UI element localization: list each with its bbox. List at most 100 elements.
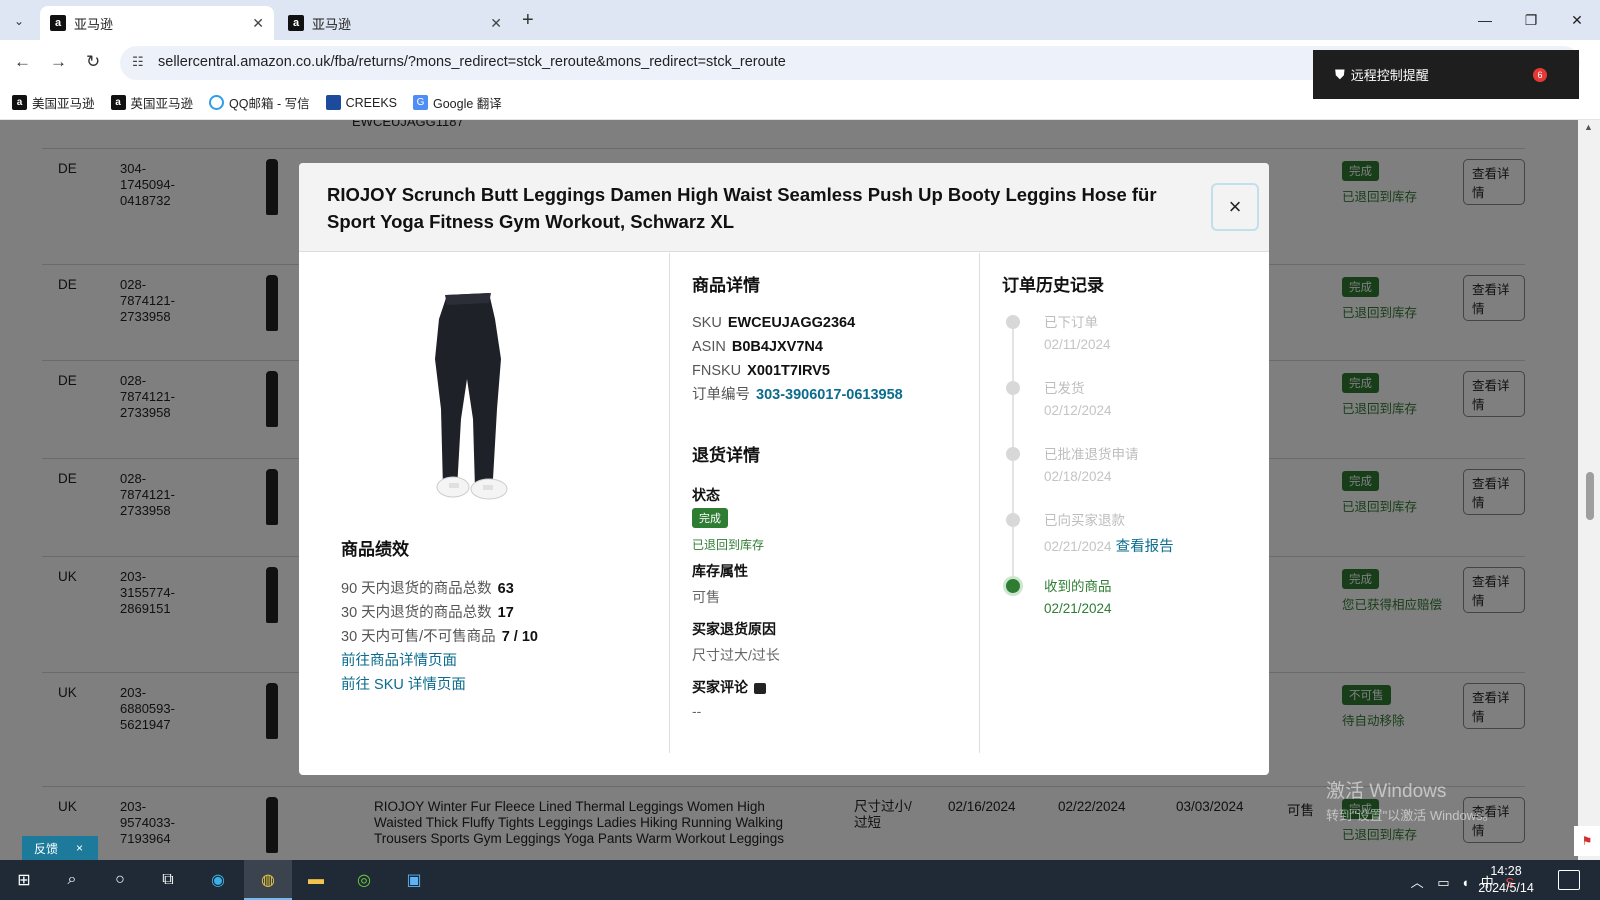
- view-report-link[interactable]: 查看报告: [1116, 539, 1174, 555]
- bookmark-label: CREEKS: [345, 95, 397, 110]
- stat-label: 30 天内可售/不可售商品: [341, 629, 496, 645]
- return-reason-label: 买家退货原因: [692, 621, 776, 637]
- forward-arrow-icon[interactable]: →: [50, 52, 67, 72]
- step-date: 02/18/2024: [1044, 469, 1112, 484]
- chrome-icon[interactable]: ◍: [256, 868, 280, 892]
- reload-icon[interactable]: ↻: [86, 52, 100, 72]
- minimize-icon[interactable]: —: [1462, 0, 1508, 40]
- buyer-comment-value: --: [692, 703, 702, 719]
- product-identifiers: SKU EWCEUJAGG2364 ASIN B0B4JXV7N4 FNSKU X00…: [692, 311, 903, 407]
- tab-close-icon[interactable]: ✕: [252, 15, 264, 32]
- scrollbar-thumb[interactable]: [1586, 472, 1594, 520]
- timeline-dot: [1006, 381, 1020, 395]
- comment-icon[interactable]: [754, 682, 766, 694]
- page-scrollbar[interactable]: ▲: [1578, 120, 1600, 860]
- timeline-dot: [1006, 315, 1020, 329]
- product-details-column: 商品详情 SKU EWCEUJAGG2364 ASIN B0B4JXV7N4 FNS…: [669, 253, 979, 753]
- tab-title: 亚马逊: [74, 16, 114, 32]
- notification-badge: 6: [1533, 68, 1547, 82]
- timeline-dot: [1006, 513, 1020, 527]
- bookmark-uk-amazon[interactable]: a 英国亚马逊: [110, 93, 193, 112]
- order-history-column: 订单历史记录 已下订单 02/11/2024 已发货 02/12/2024 已批准退…: [979, 253, 1269, 753]
- new-tab-plus-icon[interactable]: +: [522, 9, 534, 32]
- site-info-icon[interactable]: ☷: [132, 54, 144, 70]
- return-details-modal: RIOJOY Scrunch Butt Leggings Damen High …: [299, 163, 1269, 775]
- clock-time: 14:28: [1490, 864, 1522, 878]
- google-translate-icon: G: [413, 95, 428, 110]
- task-view-icon[interactable]: ⧉: [156, 868, 180, 892]
- modal-close-button[interactable]: ×: [1211, 183, 1259, 231]
- sku-row: SKU EWCEUJAGG2364: [692, 311, 903, 335]
- qq-mail-icon: [209, 95, 225, 110]
- modal-header: RIOJOY Scrunch Butt Leggings Damen High …: [299, 163, 1269, 252]
- search-icon[interactable]: ⌕: [60, 868, 84, 892]
- status-badge: 完成: [692, 508, 728, 528]
- url-text[interactable]: sellercentral.amazon.co.uk/fba/returns/?…: [158, 54, 786, 70]
- order-history-title: 订单历史记录: [1002, 276, 1104, 295]
- buyer-comment-text: 买家评论: [692, 679, 748, 695]
- creeks-icon: [325, 95, 341, 110]
- notification-center-icon[interactable]: [1558, 870, 1580, 890]
- modal-title: RIOJOY Scrunch Butt Leggings Damen High …: [327, 184, 1157, 232]
- order-timeline: 已下订单 02/11/2024 已发货 02/12/2024 已批准退货申请 02/1…: [1002, 311, 1262, 641]
- step-date-text: 02/21/2024: [1044, 539, 1112, 554]
- feedback-close-icon[interactable]: ×: [76, 841, 83, 855]
- stat-row: 30 天内退货的商品总数 17: [341, 601, 538, 625]
- stat-value: 17: [497, 605, 514, 621]
- bookmark-google-translate[interactable]: G Google 翻译: [413, 93, 502, 112]
- window-close-icon[interactable]: ✕: [1554, 0, 1600, 40]
- app-green-icon[interactable]: ◎: [352, 868, 376, 892]
- buyer-comment-label: 买家评论: [692, 677, 962, 697]
- step-date: 02/21/2024: [1044, 601, 1112, 616]
- bookmark-label: 美国亚马逊: [32, 97, 95, 111]
- amazon-favicon-icon: a: [50, 15, 66, 31]
- network-icon[interactable]: ▭: [1437, 875, 1449, 890]
- order-label: 订单编号: [692, 387, 750, 403]
- back-arrow-icon[interactable]: ←: [14, 52, 31, 72]
- timeline-dot: [1006, 579, 1020, 593]
- tab-amazon-2[interactable]: a 亚马逊 ✕: [278, 6, 512, 40]
- stat-row: 90 天内退货的商品总数 63: [341, 577, 538, 601]
- fnsku-value: X001T7IRV5: [747, 363, 830, 379]
- flag-icon[interactable]: ⚑: [1574, 826, 1600, 856]
- asin-label: ASIN: [692, 339, 726, 355]
- maximize-icon[interactable]: ❐: [1508, 0, 1554, 40]
- cortana-icon[interactable]: ○: [108, 868, 132, 892]
- shield-icon: ⛊: [1335, 66, 1345, 82]
- system-clock[interactable]: 14:28 2024/5/14: [1466, 863, 1546, 897]
- step-date: 02/11/2024: [1044, 337, 1111, 352]
- file-explorer-icon[interactable]: ▬: [304, 868, 328, 892]
- edge-icon[interactable]: ◉: [206, 868, 230, 892]
- stat-value: 7 / 10: [501, 629, 538, 645]
- stat-value: 63: [497, 581, 514, 597]
- tray-chevron-icon[interactable]: ︿: [1411, 875, 1424, 890]
- step-label: 已向买家退款: [1044, 513, 1125, 528]
- timeline-step: 已向买家退款 02/21/2024 查看报告: [1002, 509, 1262, 575]
- product-detail-page-link[interactable]: 前往商品详情页面: [341, 649, 538, 673]
- window-controls: — ❐ ✕: [1462, 0, 1600, 40]
- bookmark-qq-mail[interactable]: QQ邮箱 - 写信: [209, 93, 310, 112]
- step-date: 02/21/2024 查看报告: [1044, 535, 1262, 556]
- watermark-line-1: 激活 Windows: [1326, 781, 1447, 802]
- return-details: 状态 完成 已退回到库存 库存属性 可售 买家退货原因 尺寸过大/过长 买家评论 …: [692, 485, 962, 731]
- order-id-link[interactable]: 303-3906017-0613958: [756, 387, 903, 403]
- feedback-button[interactable]: 反馈 ×: [22, 836, 98, 860]
- fnsku-row: FNSKU X001T7IRV5: [692, 359, 903, 383]
- remote-control-popup[interactable]: ⛊ 远程控制提醒 6: [1313, 50, 1579, 99]
- clock-date: 2024/5/14: [1478, 881, 1534, 895]
- bookmark-label: QQ邮箱 - 写信: [229, 97, 310, 111]
- windows-start-icon[interactable]: ⊞: [12, 868, 36, 892]
- app-blue-icon[interactable]: ▣: [402, 868, 426, 892]
- scroll-up-icon[interactable]: ▲: [1584, 122, 1593, 132]
- step-label: 已批准退货申请: [1044, 447, 1139, 462]
- sku-detail-page-link[interactable]: 前往 SKU 详情页面: [341, 673, 538, 697]
- stat-label: 30 天内退货的商品总数: [341, 605, 492, 621]
- tab-amazon-1[interactable]: a 亚马逊 ✕: [40, 6, 274, 40]
- step-label: 收到的商品: [1044, 579, 1112, 594]
- browser-tab-bar: ⌄ a 亚马逊 ✕ a 亚马逊 ✕ + — ❐ ✕: [0, 0, 1600, 40]
- bookmark-us-amazon[interactable]: a 美国亚马逊: [12, 93, 95, 112]
- windows-activation-watermark: 激活 Windows 转到"设置"以激活 Windows。: [1326, 776, 1496, 824]
- tab-search-icon[interactable]: ⌄: [8, 10, 30, 32]
- tab-close-icon[interactable]: ✕: [490, 15, 502, 32]
- bookmark-creeks[interactable]: CREEKS: [325, 95, 397, 110]
